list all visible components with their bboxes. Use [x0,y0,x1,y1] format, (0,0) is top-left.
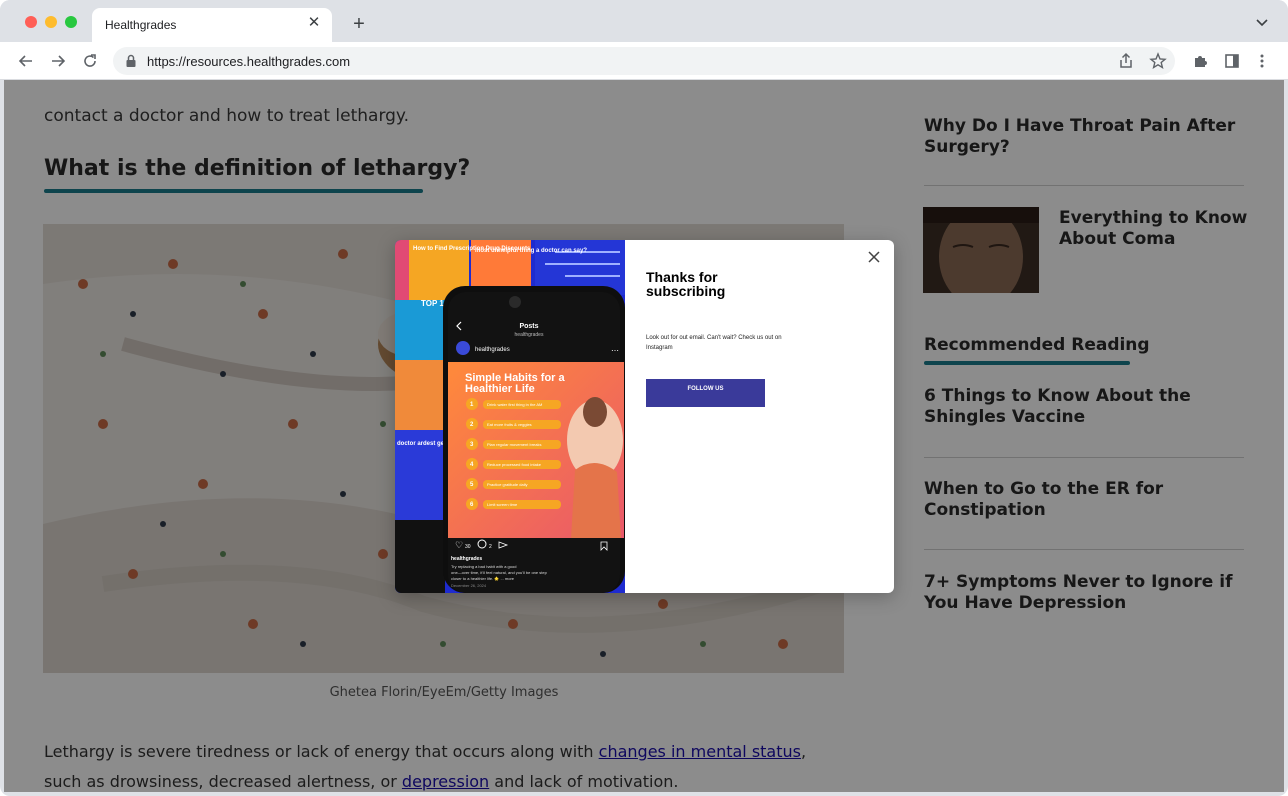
habit-item: Plan regular movement breaks [487,442,541,447]
address-bar[interactable]: https://resources.healthgrades.com [113,47,1175,75]
svg-text:Try replacing a bad habit with: Try replacing a bad habit with a good [451,564,516,569]
comments-count: 2 [489,544,492,550]
lock-icon[interactable] [125,54,137,68]
web-page: contact a doctor and how to treat lethar… [4,80,1284,792]
post-date: December 26, 2024 [451,583,487,588]
new-tab-button[interactable]: + [349,14,369,34]
habit-item: Limit screen time [487,502,518,507]
tab-strip: Healthgrades ✕ + [0,0,1288,42]
side-panel-icon[interactable] [1221,50,1243,72]
subscribe-modal: How to Find Prescription Drug Discounts … [395,240,894,593]
modal-message: Look out for out email. Can't wait? Chec… [646,335,782,351]
svg-text:closer to a healthier life. 🌟: closer to a healthier life. 🌟 ... more [451,576,515,581]
tab-search-chevron-down-icon[interactable] [1254,14,1270,30]
habit-item: Reduce processed food intake [487,462,542,467]
habit-item: Practice gratitude daily [487,482,527,487]
svg-text:one—over time, it'll feel natu: one—over time, it'll feel natural, and y… [451,570,548,575]
share-icon[interactable] [1117,52,1135,70]
more-menu-icon[interactable] [1251,50,1273,72]
modal-title: Thanks for subscribing [646,269,726,299]
instagram-promo-image: How to Find Prescription Drug Discounts … [395,240,625,593]
svg-text:♡: ♡ [455,540,463,550]
browser-toolbar: https://resources.healthgrades.com [0,42,1288,80]
likes-count: 30 [465,544,471,550]
phone-subheader: healthgrades [515,332,544,338]
reload-icon[interactable] [79,50,101,72]
caption-user: healthgrades [451,556,482,562]
tab-close-icon[interactable]: ✕ [306,15,322,31]
close-window-button[interactable] [25,16,37,28]
extensions-puzzle-icon[interactable] [1189,50,1211,72]
svg-text:Healthier Life: Healthier Life [465,383,535,395]
close-icon[interactable] [866,249,882,265]
back-arrow-icon[interactable] [15,50,37,72]
minimize-window-button[interactable] [45,16,57,28]
follow-us-button[interactable]: FOLLOW US [646,379,765,407]
svg-text:most unhelpful thing a doctor: most unhelpful thing a doctor can say? [475,248,587,254]
phone-header: Posts [519,323,538,330]
tab-healthgrades[interactable]: Healthgrades ✕ [92,8,332,42]
promo-tile-text: most unhelpful thing a doctor can say? [475,248,587,254]
bookmark-star-icon[interactable] [1149,52,1167,70]
maximize-window-button[interactable] [65,16,77,28]
url-text[interactable]: https://resources.healthgrades.com [147,54,350,69]
phone-account-name: healthgrades [475,347,510,353]
habit-item: Drink water first thing in the AM [487,402,542,407]
forward-arrow-icon[interactable] [47,50,69,72]
tab-title: Healthgrades [105,18,177,32]
browser-window: Healthgrades ✕ + https://resources.healt… [0,0,1288,796]
habit-item: Eat more fruits & veggies [487,422,532,427]
svg-text:⋯: ⋯ [611,346,619,355]
